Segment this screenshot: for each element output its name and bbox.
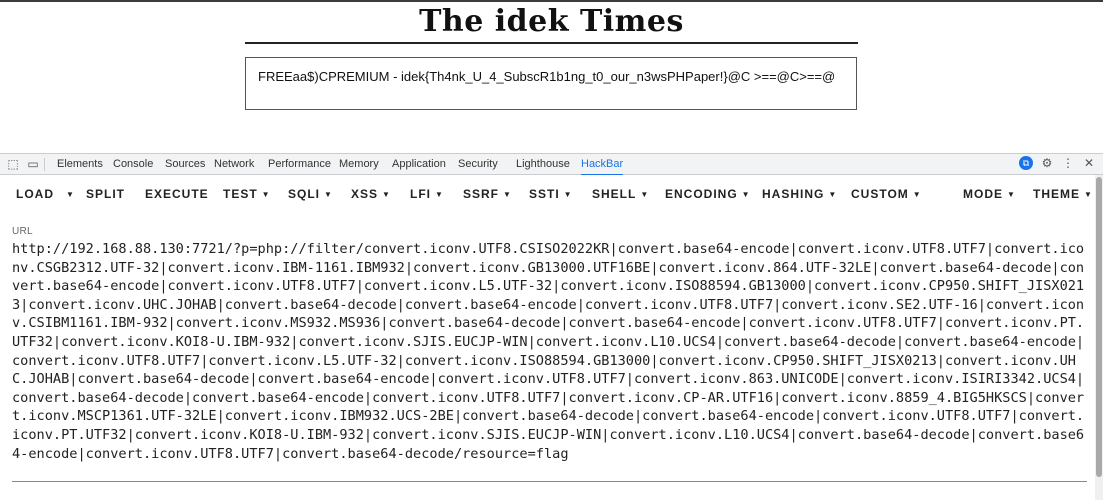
execute-label: EXECUTE — [145, 187, 209, 201]
news-message-box: FREEaa$)CPREMIUM - idek{Th4nk_U_4_Subsc… — [245, 57, 857, 110]
chevron-down-icon: ▼ — [503, 190, 512, 199]
tab-divider — [44, 158, 45, 171]
more-vert-icon[interactable]: ⋮ — [1061, 156, 1075, 170]
chevron-down-icon: ▼ — [435, 190, 444, 199]
tab-performance[interactable]: Performance — [268, 158, 331, 174]
tab-hackbar[interactable]: HackBar — [581, 158, 623, 176]
url-field-underline — [12, 481, 1087, 482]
inspect-icon[interactable]: ⬚ — [6, 157, 20, 171]
tab-network[interactable]: Network — [214, 158, 254, 174]
chevron-down-icon: ▼ — [564, 190, 573, 199]
menu-mode[interactable]: MODE ▼ — [963, 187, 1016, 201]
menu-shell[interactable]: SHELL ▼ — [592, 187, 649, 201]
execute-button[interactable]: EXECUTE — [145, 187, 209, 201]
mode-label: MODE — [963, 187, 1003, 201]
menu-lfi[interactable]: LFI ▼ — [410, 187, 444, 201]
tab-security[interactable]: Security — [458, 158, 498, 174]
extension-icon[interactable]: ⧉ — [1019, 156, 1033, 170]
shell-label: SHELL — [592, 187, 636, 201]
url-field-label: URL — [12, 226, 33, 237]
custom-label: CUSTOM — [851, 187, 909, 201]
ssrf-label: SSRF — [463, 187, 499, 201]
menu-encoding[interactable]: ENCODING ▼ — [665, 187, 751, 201]
chevron-down-icon: ▼ — [828, 190, 837, 199]
tab-elements[interactable]: Elements — [57, 158, 103, 174]
tab-application[interactable]: Application — [392, 158, 446, 174]
menu-ssrf[interactable]: SSRF ▼ — [463, 187, 512, 201]
tab-sources[interactable]: Sources — [165, 158, 205, 174]
hackbar-toolbar: LOAD ▼ SPLIT EXECUTE TEST ▼ SQLI ▼ XSS ▼ LF… — [0, 175, 1095, 211]
url-textarea[interactable]: http://192.168.88.130:7721/?p=php://filt… — [12, 240, 1090, 480]
scrollbar-thumb[interactable] — [1096, 177, 1102, 477]
xss-label: XSS — [351, 187, 378, 201]
split-button[interactable]: SPLIT — [86, 187, 125, 201]
test-label: TEST — [223, 187, 258, 201]
ssti-label: SSTI — [529, 187, 560, 201]
page-viewport: The idek Times FREEaa$)CPREMIUM - idek{… — [0, 2, 1103, 153]
tab-memory[interactable]: Memory — [339, 158, 379, 174]
split-label: SPLIT — [86, 187, 125, 201]
menu-sqli[interactable]: SQLI ▼ — [288, 187, 333, 201]
vertical-scrollbar[interactable] — [1095, 175, 1103, 500]
theme-label: THEME — [1033, 187, 1080, 201]
chevron-down-icon: ▼ — [262, 190, 271, 199]
menu-theme[interactable]: THEME ▼ — [1033, 187, 1093, 201]
chevron-down-icon: ▼ — [382, 190, 391, 199]
chevron-down-icon: ▼ — [1007, 190, 1016, 199]
chevron-down-icon: ▼ — [1084, 190, 1093, 199]
devtools-tabbar: ⬚ ▭ Elements Console Sources Network Per… — [0, 153, 1103, 175]
load-dropdown-toggle[interactable]: ▼ — [62, 187, 75, 201]
masthead-rule — [245, 42, 858, 44]
tab-lighthouse[interactable]: Lighthouse — [516, 158, 570, 174]
load-button[interactable]: LOAD — [16, 187, 54, 201]
load-label: LOAD — [16, 187, 54, 201]
tab-console[interactable]: Console — [113, 158, 153, 174]
chevron-down-icon: ▼ — [324, 190, 333, 199]
menu-test[interactable]: TEST ▼ — [223, 187, 271, 201]
menu-custom[interactable]: CUSTOM ▼ — [851, 187, 922, 201]
menu-hashing[interactable]: HASHING ▼ — [762, 187, 837, 201]
device-toolbar-icon[interactable]: ▭ — [26, 157, 40, 171]
menu-ssti[interactable]: SSTI ▼ — [529, 187, 573, 201]
close-icon[interactable]: ✕ — [1082, 156, 1096, 170]
settings-gear-icon[interactable]: ⚙ — [1040, 156, 1054, 170]
lfi-label: LFI — [410, 187, 431, 201]
hashing-label: HASHING — [762, 187, 824, 201]
encoding-label: ENCODING — [665, 187, 738, 201]
chevron-down-icon: ▼ — [640, 190, 649, 199]
chevron-down-icon: ▼ — [66, 190, 75, 199]
masthead-title: The idek Times — [0, 4, 1103, 39]
menu-xss[interactable]: XSS ▼ — [351, 187, 391, 201]
sqli-label: SQLI — [288, 187, 320, 201]
chevron-down-icon: ▼ — [742, 190, 751, 199]
chevron-down-icon: ▼ — [913, 190, 922, 199]
